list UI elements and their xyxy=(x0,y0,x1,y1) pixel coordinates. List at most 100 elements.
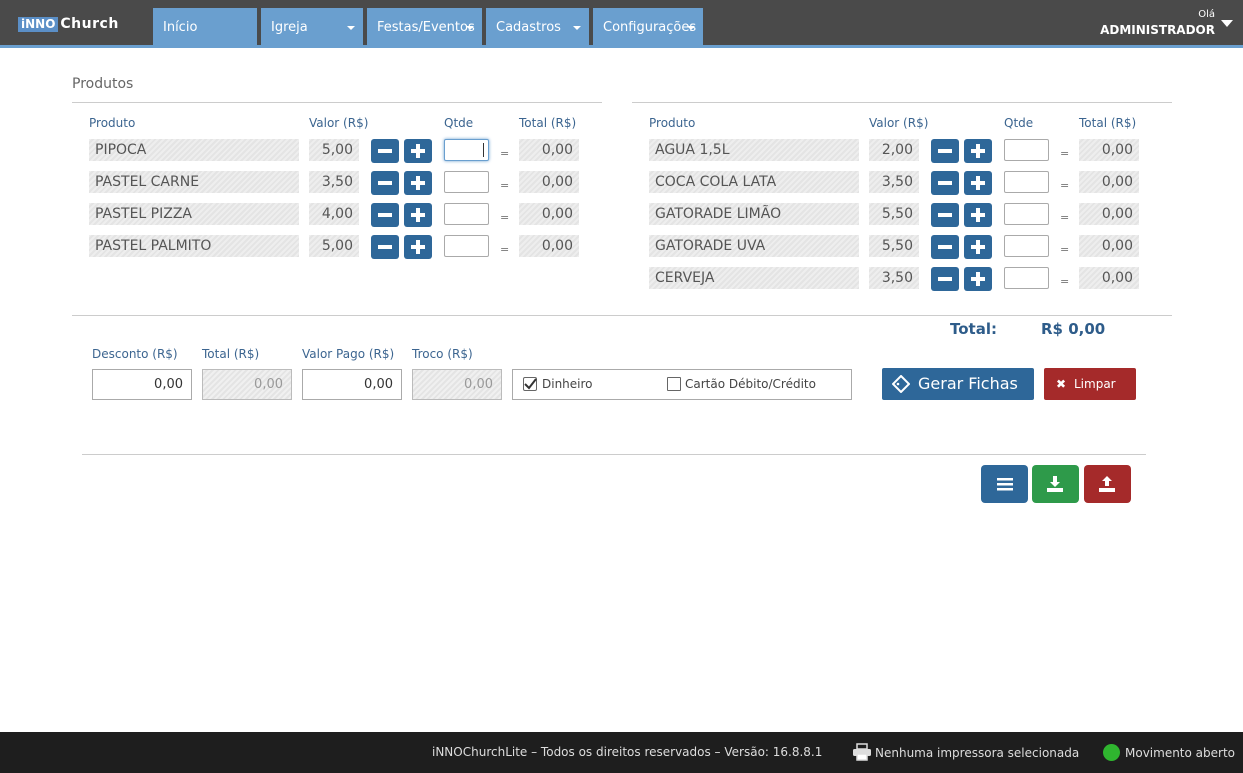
product-name: AGUA 1,5L xyxy=(649,139,859,161)
product-name: GATORADE UVA xyxy=(649,235,859,257)
app-logo[interactable]: iNNO Church xyxy=(18,16,119,32)
decrease-button[interactable] xyxy=(931,203,959,227)
user-menu-caret-icon[interactable] xyxy=(1221,20,1233,27)
product-price: 2,00 xyxy=(869,139,919,161)
valor-pago-label: Valor Pago (R$) xyxy=(302,347,395,361)
minus-icon xyxy=(378,181,392,185)
decrease-button[interactable] xyxy=(931,171,959,195)
decrease-button[interactable] xyxy=(931,267,959,291)
desconto-input[interactable]: 0,00 xyxy=(92,369,192,400)
divider xyxy=(82,454,1146,455)
product-price: 3,50 xyxy=(869,267,919,289)
quantity-input[interactable] xyxy=(1004,139,1049,161)
quantity-input[interactable] xyxy=(1004,235,1049,257)
nav-configuracoes[interactable]: Configurações xyxy=(593,8,703,48)
divider xyxy=(72,315,1172,316)
equals-sign: = xyxy=(1060,211,1070,224)
chevron-down-icon xyxy=(573,26,581,30)
increase-button[interactable] xyxy=(404,139,432,163)
col-total: Total (R$) xyxy=(519,116,577,130)
increase-button[interactable] xyxy=(964,203,992,227)
col-valor: Valor (R$) xyxy=(869,116,929,130)
product-name: CERVEJA xyxy=(649,267,859,289)
col-qtde: Qtde xyxy=(1004,116,1034,130)
decrease-button[interactable] xyxy=(371,171,399,195)
valor-pago-input[interactable]: 0,00 xyxy=(302,369,402,400)
increase-button[interactable] xyxy=(404,203,432,227)
product-name: PIPOCA xyxy=(89,139,299,161)
quantity-input[interactable] xyxy=(1004,171,1049,193)
chevron-down-icon xyxy=(347,26,355,30)
gerar-fichas-button[interactable]: Gerar Fichas xyxy=(882,368,1034,400)
col-qtde: Qtde xyxy=(444,116,474,130)
checkbox-icon[interactable] xyxy=(667,377,681,391)
minus-icon xyxy=(938,213,952,217)
minus-icon xyxy=(938,149,952,153)
minus-icon xyxy=(938,277,952,281)
ticket-icon xyxy=(892,375,910,393)
increase-button[interactable] xyxy=(964,267,992,291)
download-button[interactable] xyxy=(1032,465,1079,503)
product-total: 0,00 xyxy=(519,235,579,257)
top-navbar: iNNO Church Início Igreja Festas/Eventos… xyxy=(0,0,1243,48)
nav-cadastros[interactable]: Cadastros xyxy=(486,8,589,48)
product-total: 0,00 xyxy=(519,171,579,193)
upload-button[interactable] xyxy=(1084,465,1131,503)
gerar-fichas-label: Gerar Fichas xyxy=(918,374,1018,393)
decrease-button[interactable] xyxy=(371,139,399,163)
printer-status: Nenhuma impressora selecionada xyxy=(875,746,1080,760)
divider xyxy=(632,102,1172,103)
quantity-input[interactable] xyxy=(444,235,489,257)
quantity-input[interactable] xyxy=(444,203,489,225)
product-name: COCA COLA LATA xyxy=(649,171,859,193)
equals-sign: = xyxy=(500,211,510,224)
limpar-button[interactable]: ✖ Limpar xyxy=(1044,368,1136,400)
increase-button[interactable] xyxy=(964,235,992,259)
list-icon xyxy=(997,478,1013,491)
logo-inno: iNNO xyxy=(18,16,59,32)
total-label: Total (R$) xyxy=(202,347,260,361)
quantity-input[interactable] xyxy=(444,171,489,193)
limpar-label: Limpar xyxy=(1074,377,1116,391)
product-price: 5,50 xyxy=(869,203,919,225)
total-field: 0,00 xyxy=(202,369,292,400)
minus-icon xyxy=(378,213,392,217)
col-total: Total (R$) xyxy=(1079,116,1137,130)
troco-label: Troco (R$) xyxy=(412,347,473,361)
cartao-label: Cartão Débito/Crédito xyxy=(685,377,816,391)
product-total: 0,00 xyxy=(1079,171,1139,193)
minus-icon xyxy=(378,149,392,153)
quantity-input[interactable] xyxy=(444,139,489,161)
nav-cadastros-label: Cadastros xyxy=(496,20,561,35)
grand-total-value: R$ 0,00 xyxy=(1041,320,1106,338)
quantity-input[interactable] xyxy=(1004,267,1049,289)
decrease-button[interactable] xyxy=(931,235,959,259)
user-menu[interactable]: Olá ADMINISTRADOR xyxy=(1100,8,1215,38)
increase-button[interactable] xyxy=(404,235,432,259)
equals-sign: = xyxy=(1060,275,1070,288)
checkbox-checked-icon[interactable] xyxy=(523,377,537,391)
quantity-input[interactable] xyxy=(1004,203,1049,225)
decrease-button[interactable] xyxy=(371,235,399,259)
nav-config-label: Configurações xyxy=(603,20,697,35)
product-name: GATORADE LIMÃO xyxy=(649,203,859,225)
desconto-label: Desconto (R$) xyxy=(92,347,178,361)
nav-igreja[interactable]: Igreja xyxy=(261,8,363,48)
product-price: 3,50 xyxy=(309,171,359,193)
nav-igreja-label: Igreja xyxy=(271,20,308,35)
grand-total-label: Total: xyxy=(950,320,997,338)
nav-festas-label: Festas/Eventos xyxy=(377,20,475,35)
increase-button[interactable] xyxy=(404,171,432,195)
dinheiro-label: Dinheiro xyxy=(542,377,593,391)
equals-sign: = xyxy=(500,147,510,160)
equals-sign: = xyxy=(500,243,510,256)
list-button[interactable] xyxy=(981,465,1028,503)
increase-button[interactable] xyxy=(964,171,992,195)
decrease-button[interactable] xyxy=(371,203,399,227)
nav-festas-eventos[interactable]: Festas/Eventos xyxy=(367,8,482,48)
product-name: PASTEL CARNE xyxy=(89,171,299,193)
nav-inicio[interactable]: Início xyxy=(153,8,257,48)
troco-field: 0,00 xyxy=(412,369,502,400)
decrease-button[interactable] xyxy=(931,139,959,163)
increase-button[interactable] xyxy=(964,139,992,163)
